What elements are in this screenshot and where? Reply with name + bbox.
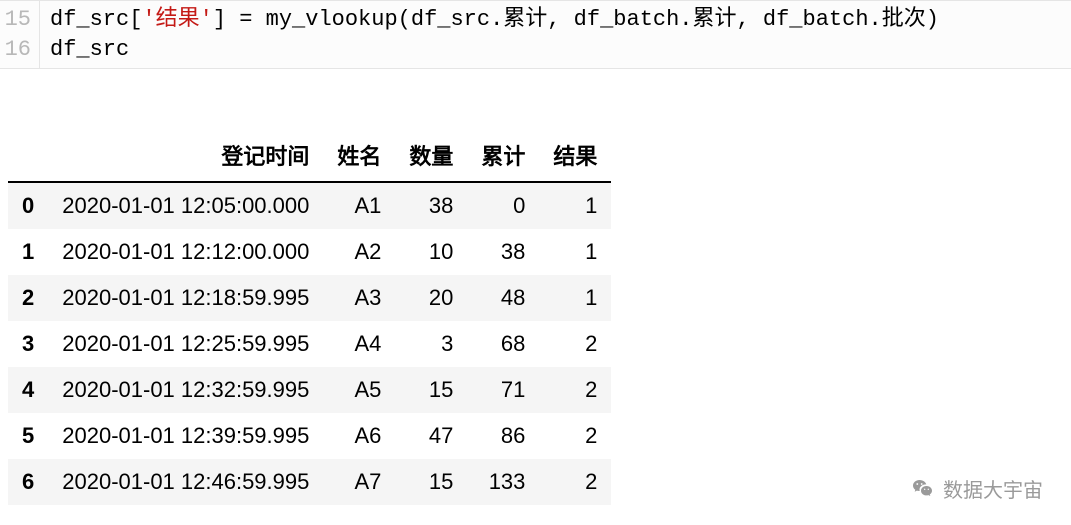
- cell-cum: 38: [467, 229, 539, 275]
- row-index: 6: [8, 459, 48, 505]
- table-row: 4 2020-01-01 12:32:59.995 A5 15 71 2: [8, 367, 611, 413]
- cell-cum: 48: [467, 275, 539, 321]
- row-index: 4: [8, 367, 48, 413]
- cell-res: 1: [539, 275, 611, 321]
- row-index: 0: [8, 182, 48, 229]
- code-content: df_src['结果'] = my_vlookup(df_src.累计, df_…: [40, 1, 939, 68]
- col-header: 登记时间: [48, 129, 323, 182]
- cell-time: 2020-01-01 12:25:59.995: [48, 321, 323, 367]
- watermark: 数据大宇宙: [911, 474, 1043, 503]
- cell-qty: 15: [395, 459, 467, 505]
- col-header: 结果: [539, 129, 611, 182]
- col-header: 累计: [467, 129, 539, 182]
- cell-name: A7: [323, 459, 395, 505]
- cell-name: A2: [323, 229, 395, 275]
- row-index: 1: [8, 229, 48, 275]
- cell-name: A6: [323, 413, 395, 459]
- cell-res: 2: [539, 367, 611, 413]
- cell-qty: 20: [395, 275, 467, 321]
- index-header: [8, 129, 48, 182]
- table-row: 3 2020-01-01 12:25:59.995 A4 3 68 2: [8, 321, 611, 367]
- watermark-text: 数据大宇宙: [943, 474, 1043, 503]
- code-gutter: 15 16: [0, 1, 40, 68]
- cell-time: 2020-01-01 12:18:59.995: [48, 275, 323, 321]
- code-text: df_src: [50, 37, 129, 62]
- cell-res: 1: [539, 229, 611, 275]
- table-row: 1 2020-01-01 12:12:00.000 A2 10 38 1: [8, 229, 611, 275]
- cell-time: 2020-01-01 12:39:59.995: [48, 413, 323, 459]
- cell-qty: 3: [395, 321, 467, 367]
- table-header-row: 登记时间 姓名 数量 累计 结果: [8, 129, 611, 182]
- wechat-icon: [911, 477, 935, 501]
- cell-res: 1: [539, 182, 611, 229]
- row-index: 5: [8, 413, 48, 459]
- cell-name: A1: [323, 182, 395, 229]
- cell-time: 2020-01-01 12:32:59.995: [48, 367, 323, 413]
- table-row: 2 2020-01-01 12:18:59.995 A3 20 48 1: [8, 275, 611, 321]
- cell-qty: 10: [395, 229, 467, 275]
- line-number: 16: [0, 35, 31, 65]
- cell-name: A4: [323, 321, 395, 367]
- dataframe-table: 登记时间 姓名 数量 累计 结果 0 2020-01-01 12:05:00.0…: [8, 129, 611, 505]
- cell-res: 2: [539, 413, 611, 459]
- cell-time: 2020-01-01 12:12:00.000: [48, 229, 323, 275]
- cell-time: 2020-01-01 12:46:59.995: [48, 459, 323, 505]
- row-index: 3: [8, 321, 48, 367]
- table-row: 0 2020-01-01 12:05:00.000 A1 38 0 1: [8, 182, 611, 229]
- cell-res: 2: [539, 321, 611, 367]
- cell-cum: 133: [467, 459, 539, 505]
- table-row: 5 2020-01-01 12:39:59.995 A6 47 86 2: [8, 413, 611, 459]
- cell-cum: 71: [467, 367, 539, 413]
- cell-cum: 86: [467, 413, 539, 459]
- row-index: 2: [8, 275, 48, 321]
- cell-qty: 15: [395, 367, 467, 413]
- dataframe-output: 登记时间 姓名 数量 累计 结果 0 2020-01-01 12:05:00.0…: [8, 129, 1071, 505]
- cell-cum: 0: [467, 182, 539, 229]
- cell-time: 2020-01-01 12:05:00.000: [48, 182, 323, 229]
- cell-name: A3: [323, 275, 395, 321]
- cell-qty: 38: [395, 182, 467, 229]
- code-cell: 15 16 df_src['结果'] = my_vlookup(df_src.累…: [0, 0, 1071, 69]
- cell-cum: 68: [467, 321, 539, 367]
- col-header: 数量: [395, 129, 467, 182]
- table-row: 6 2020-01-01 12:46:59.995 A7 15 133 2: [8, 459, 611, 505]
- code-string: '结果': [142, 7, 212, 32]
- code-text: df_src[: [50, 7, 142, 32]
- cell-res: 2: [539, 459, 611, 505]
- cell-qty: 47: [395, 413, 467, 459]
- code-text: ] = my_vlookup(df_src.累计, df_batch.累计, d…: [213, 7, 939, 32]
- cell-name: A5: [323, 367, 395, 413]
- col-header: 姓名: [323, 129, 395, 182]
- line-number: 15: [0, 5, 31, 35]
